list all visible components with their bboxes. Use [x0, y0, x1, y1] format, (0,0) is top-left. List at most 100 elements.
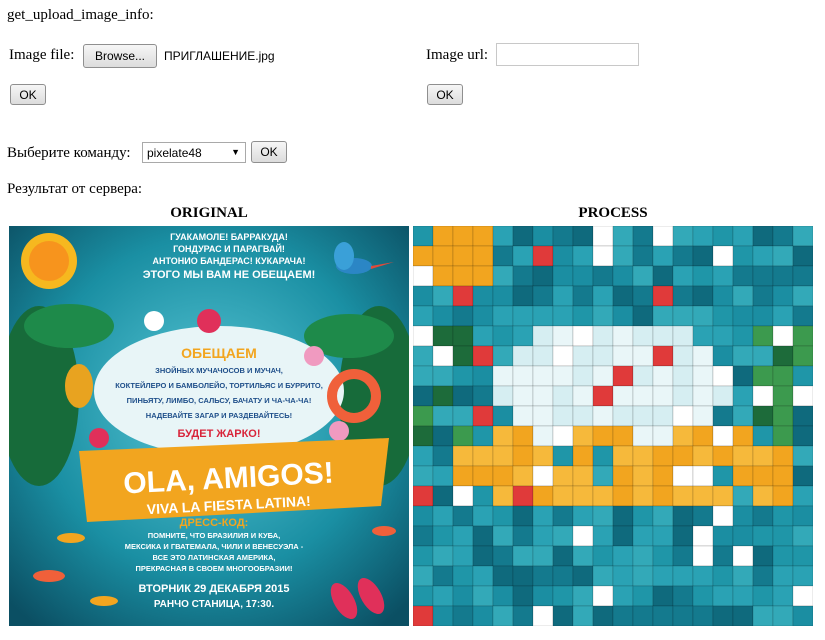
pixel-cell: [413, 226, 434, 247]
pixel-cell: [532, 565, 554, 587]
pixel-cell: [752, 226, 774, 247]
pixel-cell: [772, 226, 794, 247]
pixel-cell: [712, 405, 734, 427]
pixel-cell: [772, 385, 794, 407]
pixel-cell: [612, 465, 634, 487]
pixel-cell: [672, 545, 694, 567]
pixel-cell: [592, 585, 614, 607]
pixel-cell: [512, 226, 534, 247]
image-url-value: [497, 45, 500, 59]
pixel-cell: [712, 385, 734, 407]
pixel-cell: [612, 585, 634, 607]
pixel-cell: [672, 285, 694, 307]
pixel-cell: [712, 345, 734, 367]
pixel-cell: [452, 485, 474, 507]
pixel-cell: [632, 525, 654, 547]
pixel-cell: [472, 385, 494, 407]
pixel-cell: [572, 425, 594, 447]
pixel-cell: [692, 425, 714, 447]
pixel-cell: [632, 545, 654, 567]
pixel-cell: [612, 226, 634, 247]
pixel-cell: [432, 525, 454, 547]
upload-ok-button[interactable]: OK: [10, 84, 46, 105]
pixel-cell: [452, 265, 474, 287]
pixel-cell: [612, 525, 634, 547]
pixel-cell: [752, 425, 774, 447]
pixel-cell: [672, 405, 694, 427]
pixel-cell: [472, 565, 494, 587]
pixel-cell: [632, 385, 654, 407]
pixel-cell: [532, 285, 554, 307]
pixel-cell: [592, 226, 614, 247]
pixel-cell: [632, 345, 654, 367]
pixel-cell: [492, 485, 514, 507]
pixel-cell: [652, 505, 674, 527]
pixel-cell: [672, 265, 694, 287]
pixel-cell: [572, 505, 594, 527]
pixel-cell: [452, 226, 474, 247]
pixel-cell: [472, 305, 494, 327]
pixel-cell: [752, 345, 774, 367]
pixel-cell: [532, 425, 554, 447]
url-ok-button[interactable]: OK: [427, 84, 463, 105]
pixel-cell: [632, 605, 654, 626]
pixel-cell: [792, 585, 813, 607]
pixel-cell: [712, 525, 734, 547]
pixel-cell: [752, 265, 774, 287]
pixel-cell: [552, 285, 574, 307]
pixel-cell: [432, 305, 454, 327]
pixel-cell: [413, 545, 434, 567]
pixel-cell: [752, 385, 774, 407]
pixel-cell: [672, 325, 694, 347]
pixel-cell: [452, 445, 474, 467]
image-url-label: Image url:: [426, 47, 489, 63]
pixel-cell: [472, 226, 494, 247]
pixel-cell: [512, 285, 534, 307]
pixel-cell: [792, 405, 813, 427]
pixel-cell: [572, 465, 594, 487]
pixel-cell: [672, 245, 694, 267]
pixel-cell: [772, 305, 794, 327]
pixel-cell: [532, 605, 554, 626]
pixel-cell: [672, 365, 694, 387]
pixel-cell: [732, 305, 754, 327]
pixel-cell: [652, 365, 674, 387]
pixel-cell: [712, 465, 734, 487]
pixel-cell: [632, 305, 654, 327]
sun-icon: [21, 233, 77, 289]
pixel-cell: [592, 605, 614, 626]
pixel-cell: [672, 385, 694, 407]
image-url-input[interactable]: [496, 43, 639, 66]
pixel-cell: [512, 385, 534, 407]
browse-button[interactable]: Browse...: [83, 44, 157, 68]
pixel-cell: [752, 325, 774, 347]
pixel-cell: [472, 525, 494, 547]
pixel-cell: [652, 565, 674, 587]
original-caption: ORIGINAL: [170, 205, 248, 221]
pixel-cell: [413, 305, 434, 327]
pixel-cell: [432, 245, 454, 267]
pixel-cell: [452, 385, 474, 407]
pixel-cell: [772, 285, 794, 307]
image-file-label: Image file:: [9, 47, 75, 63]
pixel-cell: [592, 465, 614, 487]
pixel-cell: [752, 605, 774, 626]
pixel-cell: [652, 585, 674, 607]
pixel-cell: [612, 425, 634, 447]
pixel-cell: [512, 565, 534, 587]
command-ok-button[interactable]: OK: [251, 141, 287, 163]
command-select[interactable]: pixelate48 ▼: [142, 142, 246, 163]
pixel-cell: [452, 325, 474, 347]
pixel-cell: [792, 325, 813, 347]
pixel-cell: [552, 565, 574, 587]
pixel-cell: [472, 445, 494, 467]
pixel-cell: [632, 425, 654, 447]
pixel-cell: [652, 405, 674, 427]
pixel-cell: [512, 485, 534, 507]
pixel-cell: [413, 385, 434, 407]
pixel-cell: [552, 545, 574, 567]
pixel-cell: [512, 545, 534, 567]
pixel-cell: [532, 445, 554, 467]
pixel-cell: [572, 565, 594, 587]
pixel-cell: [712, 226, 734, 247]
